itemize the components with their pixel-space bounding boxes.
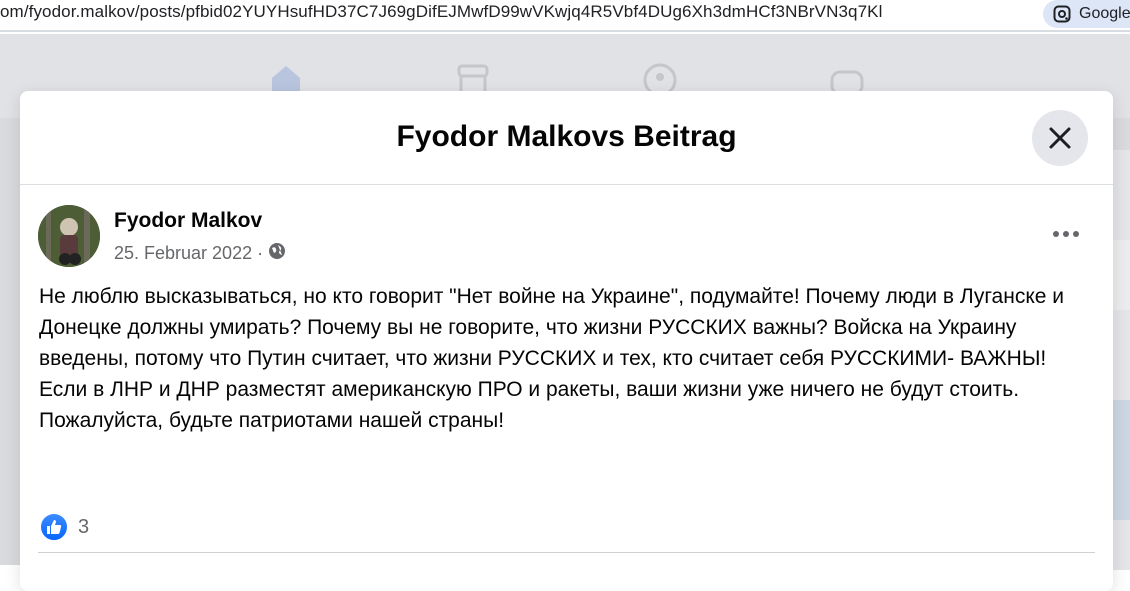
globe-icon (268, 242, 286, 265)
more-options-button[interactable] (1046, 219, 1086, 249)
post-paragraph: Не люблю высказываться, но кто говорит "… (39, 285, 1064, 370)
google-chip-label: Google (1079, 5, 1130, 22)
actions-divider (38, 552, 1095, 553)
post-dialog: Fyodor Malkovs Beitrag Fyodor Malkov 25.… (20, 91, 1113, 591)
post-meta: 25. Februar 2022 · (114, 242, 286, 265)
url-text[interactable]: om/fyodor.malkov/posts/pfbid02YUYHsufHD3… (0, 2, 882, 22)
close-icon (1049, 127, 1071, 149)
reactions-summary[interactable]: 3 (39, 512, 89, 542)
more-options-icon (1053, 231, 1079, 237)
reaction-count: 3 (78, 515, 90, 538)
google-lens-chip[interactable]: Google (1043, 0, 1130, 28)
close-button[interactable] (1032, 110, 1088, 166)
author-avatar[interactable] (38, 205, 100, 267)
google-lens-icon (1053, 5, 1071, 23)
dialog-title: Fyodor Malkovs Beitrag (396, 120, 737, 153)
meta-separator: · (257, 243, 264, 263)
dialog-header: Fyodor Malkovs Beitrag (20, 91, 1113, 185)
post-paragraph: Пожалуйста, будьте патриотами нашей стра… (39, 409, 505, 432)
like-icon (39, 512, 69, 542)
post-body: Не люблю высказываться, но кто говорит "… (39, 281, 1089, 436)
post-date[interactable]: 25. Februar 2022 (114, 243, 252, 264)
author-name[interactable]: Fyodor Malkov (114, 209, 262, 233)
post-paragraph: Если в ЛНР и ДНР разместят американскую … (39, 378, 1020, 401)
browser-address-bar[interactable]: om/fyodor.malkov/posts/pfbid02YUYHsufHD3… (0, 0, 1130, 32)
